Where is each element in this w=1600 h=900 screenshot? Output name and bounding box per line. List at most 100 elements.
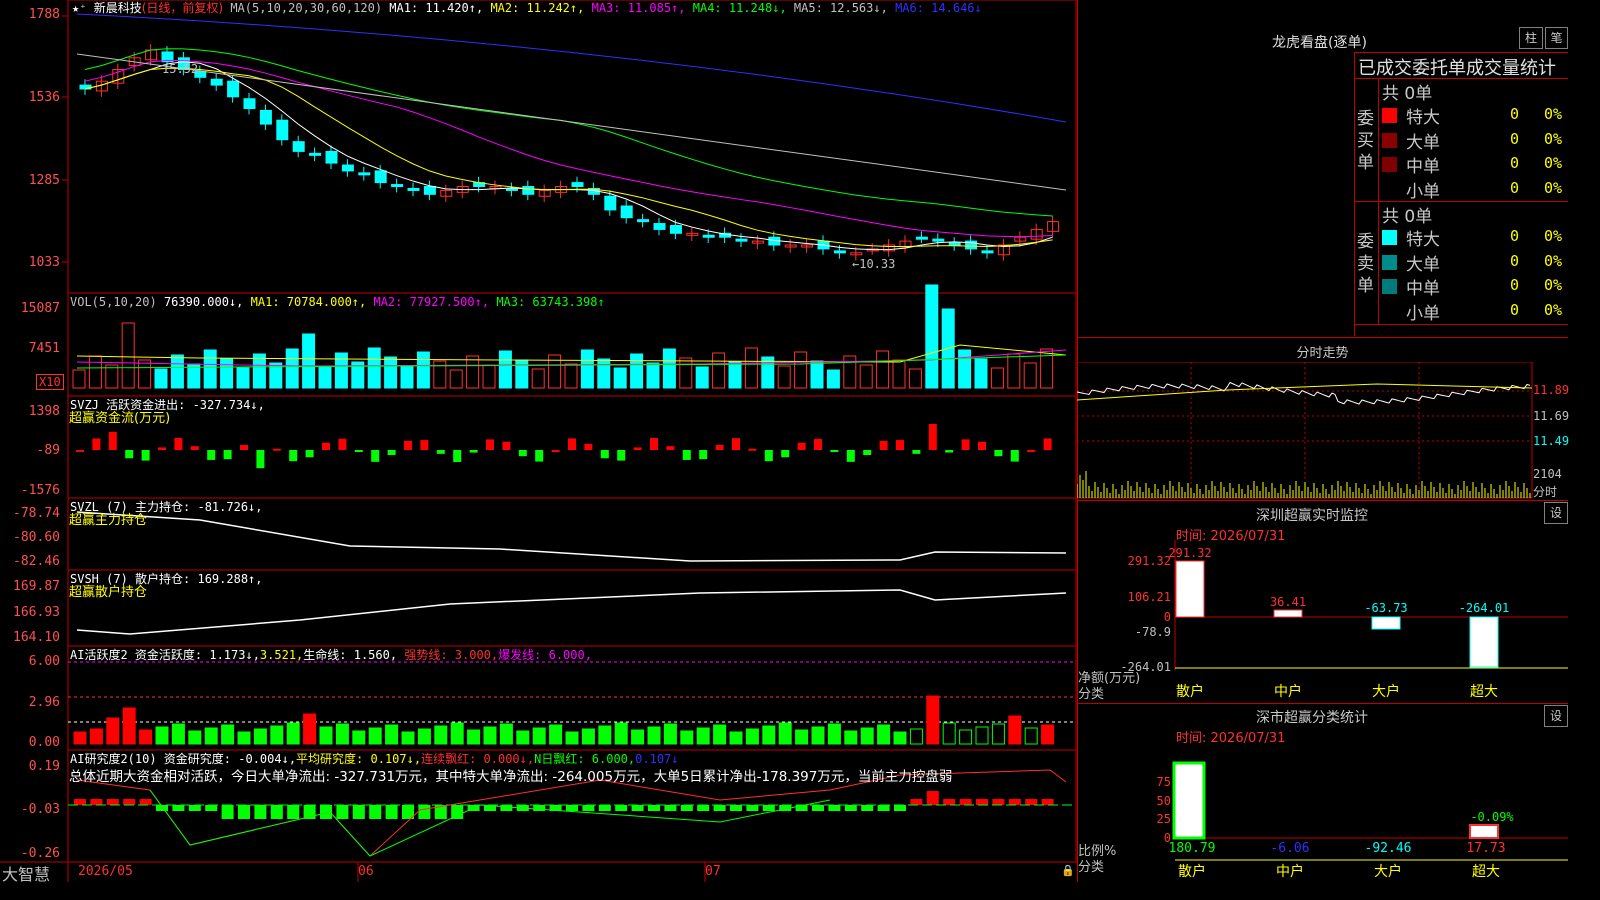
color-swatch: [1382, 230, 1397, 245]
svzj-tick: 1398: [28, 404, 60, 419]
candle-body: [423, 186, 436, 195]
st-top-label: -0.09%: [1470, 810, 1514, 824]
activity-bar: [155, 726, 169, 745]
activity-bar: [204, 727, 218, 745]
volume-bar: [121, 322, 135, 389]
ma6-value: MA6: 14.646↓: [895, 1, 982, 15]
activity-bar: [663, 723, 677, 745]
flow-bar: [584, 443, 593, 450]
flow-bar: [797, 442, 806, 450]
volume-bar: [72, 369, 86, 389]
flow-bar: [141, 450, 150, 461]
stat-settings-button[interactable]: 设: [1544, 705, 1568, 727]
buy-side-label: 委买单: [1357, 109, 1374, 173]
order-type: 小单: [1406, 181, 1440, 202]
research-bar: [533, 805, 546, 811]
flow-bar: [879, 440, 888, 450]
st-y-tick: 25: [1157, 812, 1171, 826]
order-count: 0: [1510, 129, 1520, 148]
volume-bar: [203, 349, 217, 389]
stock-name[interactable]: 新晨科技: [94, 1, 142, 15]
candle-body: [702, 234, 715, 238]
sz-monitor-title: 深圳超赢实时监控: [1256, 508, 1368, 524]
intraday-unit: 分时: [1533, 485, 1558, 499]
main-chart-area[interactable]: [0, 0, 1078, 882]
order-row: 特大 0 0%: [1378, 103, 1568, 128]
research-bar: [762, 805, 775, 811]
svzj-tick: -89: [36, 443, 60, 458]
volume-bar: [892, 359, 906, 389]
research-green-line: [149, 789, 831, 857]
activity-bar: [909, 728, 923, 745]
flow-bar: [715, 444, 724, 450]
research-bar: [648, 805, 660, 811]
volume-bar: [613, 367, 627, 389]
ai1-life: 生命线: 1.560,: [303, 648, 398, 662]
bar-view-button[interactable]: 柱: [1519, 27, 1543, 49]
research-bar: [828, 805, 841, 811]
order-pct: 0%: [1544, 178, 1563, 197]
order-pct: 0%: [1544, 276, 1563, 294]
ai1-label: AI活跃度2 资金活跃度: 1.173↓,: [70, 648, 260, 662]
activity-bar: [106, 717, 120, 745]
flow-bar: [732, 438, 740, 450]
activity-bar: [745, 728, 759, 745]
sz-settings-button[interactable]: 设: [1544, 502, 1568, 524]
order-count: 0: [1510, 105, 1520, 123]
candle-body: [391, 184, 404, 188]
order-type: 大单: [1406, 254, 1440, 275]
ma5-line: [76, 53, 1067, 191]
sz-bar-value: 291.32: [1168, 546, 1211, 560]
flow-bar: [338, 438, 347, 450]
price-tick: 1788: [28, 7, 60, 22]
divider: [1077, 337, 1568, 338]
sz-monitor-chart: 291.32 106.21 0-78.9 -264.01 291.32 散户 36.41 中户…: [1120, 540, 1568, 700]
svsh-tick: 164.10: [13, 630, 60, 645]
intraday-tick: 11.69: [1533, 409, 1570, 423]
candle-body: [669, 225, 682, 234]
activity-bar: [253, 728, 267, 745]
flow-bar: [748, 448, 757, 451]
activity-bar: [1008, 715, 1022, 745]
activity-bar: [1041, 724, 1055, 745]
flow-bar: [535, 450, 544, 462]
order-row: 中单 0 0%: [1378, 274, 1568, 299]
volume-bar: [876, 350, 890, 389]
candle-body: [227, 80, 240, 98]
price-tick: 1285: [28, 173, 60, 188]
flow-bar: [436, 450, 445, 454]
order-row: 小单 0 0%: [1378, 299, 1568, 324]
brand-logo[interactable]: 大智慧: [2, 861, 50, 885]
research-bar: [582, 805, 595, 811]
period-mode[interactable]: (日线，前复权): [142, 1, 223, 15]
activity-bar: [188, 730, 202, 745]
flow-bar: [76, 450, 84, 452]
svzl-subtitle: 超赢主力持仓: [69, 513, 148, 528]
volume-bar: [843, 355, 857, 389]
candle-body: [374, 170, 387, 184]
flow-bar: [600, 450, 609, 459]
volume-bar: [384, 356, 398, 389]
volume-bar: [466, 355, 480, 389]
activity-bar: [877, 724, 891, 745]
activity-bar: [319, 726, 333, 745]
color-swatch: [1382, 303, 1397, 319]
research-bar: [205, 805, 218, 811]
order-pct: 0%: [1544, 154, 1563, 172]
buy-total: 共 0单: [1382, 84, 1433, 104]
activity-bar: [335, 723, 349, 745]
tick-view-button[interactable]: 笔: [1545, 27, 1568, 49]
activity-bar: [303, 713, 317, 745]
research-bar: [287, 805, 300, 819]
order-type: 小单: [1406, 303, 1440, 324]
ma5-value: MA5: 12.563↓,: [793, 1, 888, 15]
flow-bar: [486, 439, 494, 450]
order-row: 大单 0 0%: [1378, 250, 1568, 275]
intraday-chart[interactable]: [1077, 362, 1568, 500]
research-bar: [123, 799, 136, 805]
svzl-tick: -80.60: [13, 530, 60, 545]
low-marker: ←10.33: [852, 257, 896, 271]
date-label: 07: [705, 864, 721, 879]
ai2-red: 连续飘红: 0.000↓,: [421, 752, 535, 766]
st-bar: [1469, 824, 1499, 839]
